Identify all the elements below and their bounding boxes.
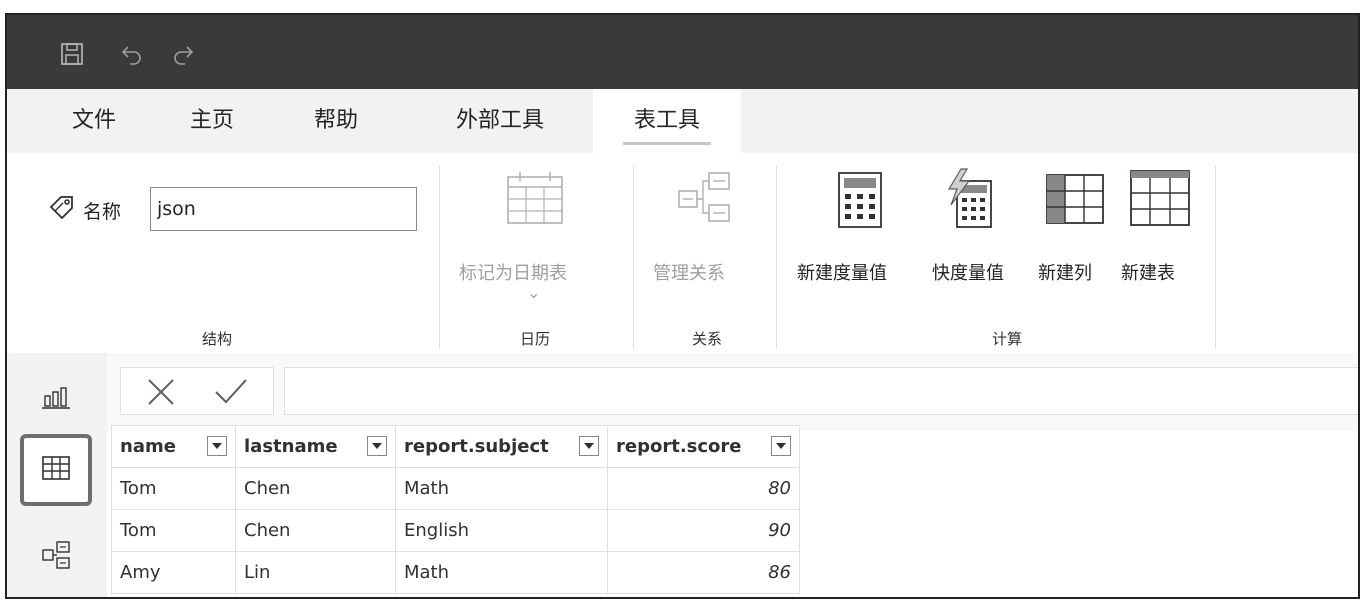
- tab-table-tools-label: 表工具: [633, 108, 700, 133]
- new-measure-icon: [835, 169, 885, 229]
- table-cell[interactable]: 80: [607, 467, 800, 510]
- new-column-icon: [1045, 173, 1105, 225]
- view-switcher: [7, 353, 107, 597]
- title-bar: [7, 15, 1358, 89]
- model-view-icon: [41, 540, 71, 574]
- app-window: 文件 主页 帮助 外部工具 表工具 名称 结构 标记为日期表 ⌄ 日历 管理关系…: [5, 13, 1360, 599]
- filter-dropdown-icon[interactable]: [579, 436, 599, 456]
- table-cell[interactable]: English: [395, 509, 608, 552]
- mark-as-date-table-button[interactable]: 标记为日期表: [459, 259, 567, 285]
- table-cell[interactable]: Lin: [235, 551, 396, 594]
- tab-external-tools[interactable]: 外部工具: [435, 89, 565, 153]
- name-label: 名称: [83, 201, 122, 223]
- group-separator: [439, 165, 440, 349]
- table-row: Tom Chen English 90: [111, 509, 800, 552]
- commit-icon[interactable]: [213, 376, 249, 412]
- filter-dropdown-icon[interactable]: [771, 436, 791, 456]
- calendar-icon: [504, 169, 566, 227]
- column-header[interactable]: lastname: [235, 425, 396, 468]
- table-header-row: name lastname report.subject report.scor…: [111, 425, 800, 468]
- formula-actions: [120, 367, 274, 415]
- report-view-icon: [41, 384, 71, 414]
- table-cell[interactable]: Tom: [111, 509, 236, 552]
- new-table-icon: [1129, 169, 1191, 227]
- manage-relations-button[interactable]: 管理关系: [653, 259, 725, 285]
- table-cell[interactable]: Chen: [235, 467, 396, 510]
- column-header-label: report.subject: [404, 436, 549, 457]
- table-cell[interactable]: Math: [395, 467, 608, 510]
- chevron-down-icon[interactable]: ⌄: [527, 283, 540, 302]
- table-name-input[interactable]: [150, 187, 417, 231]
- cancel-icon[interactable]: [145, 376, 177, 412]
- data-view-icon: [41, 455, 71, 485]
- redo-icon[interactable]: [170, 41, 196, 67]
- filter-dropdown-icon[interactable]: [207, 436, 227, 456]
- table-cell[interactable]: 86: [607, 551, 800, 594]
- new-column-button[interactable]: 新建列: [1038, 259, 1092, 285]
- new-measure-button[interactable]: 新建度量值: [797, 259, 887, 285]
- column-header-label: lastname: [244, 436, 338, 457]
- group-label-structure: 结构: [201, 330, 232, 348]
- quick-measure-button[interactable]: 快度量值: [932, 259, 1004, 285]
- active-tab-indicator: [623, 142, 711, 145]
- data-table: name lastname report.subject report.scor…: [111, 425, 800, 594]
- column-header[interactable]: name: [111, 425, 236, 468]
- save-icon[interactable]: [59, 41, 85, 67]
- table-cell[interactable]: Chen: [235, 509, 396, 552]
- group-label-calendar: 日历: [519, 330, 550, 348]
- table-cell[interactable]: 90: [607, 509, 800, 552]
- filter-dropdown-icon[interactable]: [367, 436, 387, 456]
- table-cell[interactable]: Tom: [111, 467, 236, 510]
- model-view-button[interactable]: [20, 521, 92, 593]
- column-header[interactable]: report.score: [607, 425, 800, 468]
- tab-file[interactable]: 文件: [49, 89, 139, 153]
- data-view-button[interactable]: [20, 434, 92, 506]
- group-separator: [633, 165, 634, 349]
- group-label-calculations: 计算: [991, 330, 1022, 348]
- table-row: Amy Lin Math 86: [111, 551, 800, 594]
- ribbon-tabs: 文件 主页 帮助 外部工具 表工具: [7, 89, 1358, 153]
- report-view-button[interactable]: [20, 363, 92, 435]
- group-separator: [1215, 165, 1216, 349]
- column-header-label: report.score: [616, 436, 742, 457]
- group-separator: [776, 165, 777, 349]
- table-cell[interactable]: Math: [395, 551, 608, 594]
- group-label-relations: 关系: [691, 330, 722, 348]
- column-header[interactable]: report.subject: [395, 425, 608, 468]
- formula-bar: [107, 353, 1358, 431]
- formula-input[interactable]: [284, 367, 1358, 415]
- table-cell[interactable]: Amy: [111, 551, 236, 594]
- ribbon: 名称 结构 标记为日期表 ⌄ 日历 管理关系 关系 新建度量值 快度量值: [7, 153, 1358, 354]
- new-table-button[interactable]: 新建表: [1121, 259, 1175, 285]
- tab-table-tools[interactable]: 表工具: [593, 89, 741, 153]
- quick-measure-icon: [943, 167, 997, 229]
- table-row: Tom Chen Math 80: [111, 467, 800, 510]
- tag-icon: [47, 193, 77, 223]
- manage-relations-icon: [675, 167, 735, 229]
- tab-home[interactable]: 主页: [167, 89, 257, 153]
- tab-help[interactable]: 帮助: [291, 89, 381, 153]
- undo-icon[interactable]: [119, 41, 145, 67]
- column-header-label: name: [120, 436, 176, 457]
